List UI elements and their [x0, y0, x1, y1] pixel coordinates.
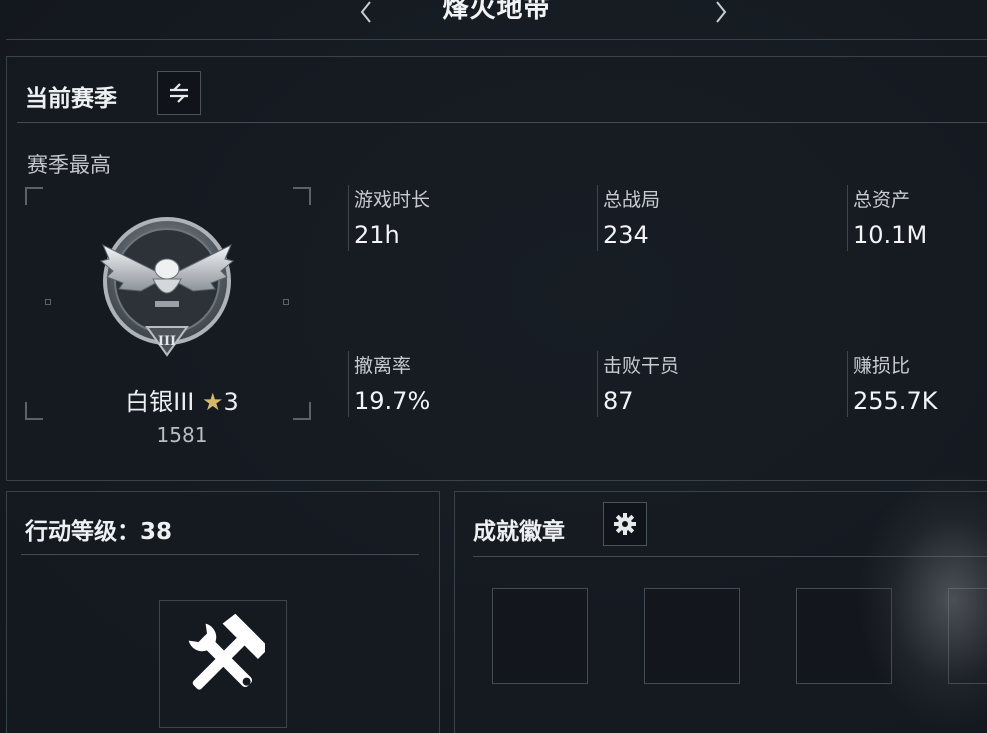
- badge-slot[interactable]: [492, 588, 588, 684]
- action-level-title: 行动等级：38: [25, 519, 173, 545]
- background-figure: [857, 470, 987, 730]
- mode-switcher: 烽火地带: [6, 0, 987, 40]
- star-icon: ★: [202, 388, 224, 416]
- frame-dot: [45, 299, 51, 305]
- mode-title: 烽火地带: [442, 0, 551, 24]
- stat-label: 游戏时长: [354, 189, 431, 211]
- season-panel: 当前赛季 赛季最高 III 白银III ★3 1581 游戏时长 21h 总战局…: [6, 56, 987, 481]
- rank-score: 1581: [156, 423, 208, 447]
- next-mode-icon[interactable]: [709, 0, 733, 24]
- frame-corner: [293, 187, 311, 205]
- tier-numeral: III: [158, 334, 176, 349]
- stat-value: 87: [603, 387, 634, 415]
- stat-value: 21h: [354, 221, 400, 249]
- stat-value: 10.1M: [853, 221, 928, 249]
- rank-name-text: 白银III: [125, 388, 195, 416]
- hammer-wrench-icon: [188, 613, 266, 690]
- badges-title: 成就徽章: [473, 519, 565, 545]
- stat-label: 总战局: [603, 189, 661, 211]
- frame-corner: [25, 402, 43, 420]
- switch-season-button[interactable]: [157, 71, 201, 115]
- action-level-panel: 行动等级：38: [6, 491, 440, 733]
- badge-settings-button[interactable]: [603, 502, 647, 546]
- season-divider: [17, 122, 987, 123]
- stats-screen: 烽火地带 当前赛季 赛季最高 III 白银III ★3 1581 游戏时长 21…: [0, 0, 987, 733]
- stat-label: 总资产: [853, 189, 911, 211]
- stat-label: 击败干员: [603, 355, 680, 377]
- stat-label: 撤离率: [354, 355, 412, 377]
- badge-slot[interactable]: [644, 588, 740, 684]
- gear-icon: [614, 513, 636, 535]
- rank-medal-icon: III: [99, 217, 235, 357]
- frame-corner: [25, 187, 43, 205]
- level-divider: [21, 554, 419, 555]
- swap-icon: [170, 83, 188, 103]
- rank-stars: 3: [223, 388, 239, 416]
- rank-name: 白银III ★3: [67, 382, 297, 417]
- frame-dot: [283, 299, 289, 305]
- season-title: 当前赛季: [25, 86, 117, 112]
- stat-value: 255.7K: [853, 387, 938, 415]
- stat-label: 赚损比: [853, 355, 911, 377]
- season-best-label: 赛季最高: [27, 153, 111, 177]
- stat-value: 19.7%: [354, 387, 431, 415]
- stat-value: 234: [603, 221, 649, 249]
- level-emblem[interactable]: [159, 600, 287, 728]
